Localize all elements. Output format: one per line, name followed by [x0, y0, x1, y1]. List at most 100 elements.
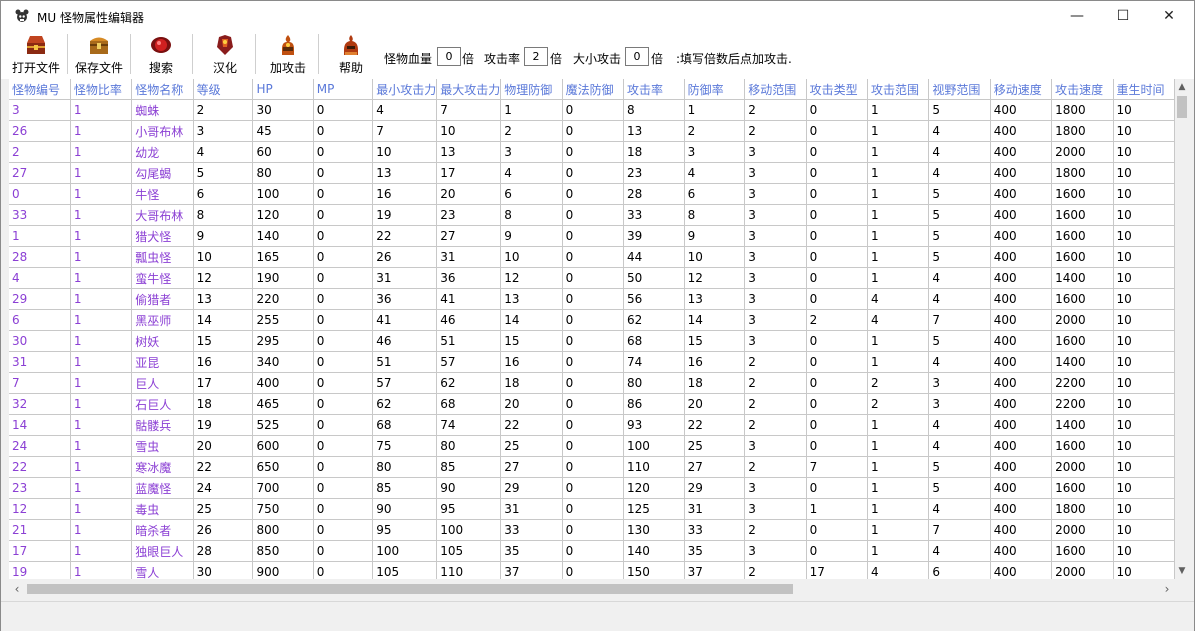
table-cell[interactable]: 4	[928, 351, 991, 373]
column-header[interactable]: 怪物比率	[70, 79, 133, 100]
table-cell[interactable]: 5	[928, 246, 991, 268]
table-cell[interactable]: 0	[806, 99, 869, 121]
table-cell[interactable]: 22	[684, 414, 746, 436]
table-cell[interactable]: 0	[806, 225, 869, 247]
table-cell[interactable]: 1	[867, 120, 930, 142]
table-cell[interactable]: 125	[623, 498, 685, 520]
table-cell[interactable]: 0	[313, 414, 374, 436]
column-header[interactable]: 视野范围	[928, 79, 991, 100]
table-cell[interactable]: 9	[193, 225, 254, 247]
table-cell[interactable]: 31	[372, 267, 438, 289]
table-cell[interactable]: 10	[1113, 540, 1175, 562]
table-cell[interactable]: 400	[990, 225, 1053, 247]
table-cell[interactable]: 22	[372, 225, 438, 247]
table-cell[interactable]: 1	[867, 540, 930, 562]
table-cell[interactable]: 1600	[1051, 204, 1114, 226]
table-cell[interactable]: 蜘蛛	[131, 99, 194, 121]
table-cell[interactable]: 33	[623, 204, 685, 226]
table-cell[interactable]: 2000	[1051, 561, 1114, 579]
table-cell[interactable]: 400	[990, 393, 1053, 415]
table-cell[interactable]: 3	[193, 120, 254, 142]
search-button[interactable]: 搜索	[137, 33, 185, 77]
table-cell[interactable]: 2000	[1051, 519, 1114, 541]
table-cell[interactable]: 4	[928, 414, 991, 436]
table-cell[interactable]: 400	[990, 456, 1053, 478]
table-cell[interactable]: 2	[9, 141, 71, 163]
table-cell[interactable]: 1	[867, 141, 930, 163]
size-attack-input[interactable]	[625, 47, 649, 66]
table-cell[interactable]: 0	[562, 414, 625, 436]
table-cell[interactable]: 0	[313, 309, 374, 331]
table-row[interactable]: 31 1 亚昆 16 340 0 51 57 16 0 74 16 2 0 1 4 400 1400 10	[9, 351, 1175, 373]
table-cell[interactable]: 0	[562, 456, 625, 478]
table-cell[interactable]: 1	[70, 183, 133, 205]
monster-table[interactable]: 怪物编号 怪物比率 怪物名称 等级 HP MP 最小攻击力 最大攻击力 物理防御 魔法防御 攻击率防…	[9, 79, 1175, 579]
table-cell[interactable]: 4	[372, 99, 438, 121]
close-button[interactable]: ✕	[1146, 1, 1192, 31]
table-cell[interactable]: 22	[500, 414, 563, 436]
table-cell[interactable]: 1	[684, 99, 746, 121]
table-cell[interactable]: 5	[928, 225, 991, 247]
table-cell[interactable]: 1	[70, 204, 133, 226]
table-cell[interactable]: 1	[70, 372, 133, 394]
table-cell[interactable]: 10	[1113, 309, 1175, 331]
table-cell[interactable]: 3	[500, 141, 563, 163]
column-header[interactable]: 攻击类型	[806, 79, 869, 100]
table-cell[interactable]: 27	[436, 225, 502, 247]
table-cell[interactable]: 寒冰魔	[131, 456, 194, 478]
table-cell[interactable]: 2000	[1051, 456, 1114, 478]
table-cell[interactable]: 17	[436, 162, 502, 184]
table-cell[interactable]: 0	[313, 540, 374, 562]
table-cell[interactable]: 25	[500, 435, 563, 457]
table-cell[interactable]: 10	[372, 141, 438, 163]
table-cell[interactable]: 8	[193, 204, 254, 226]
table-cell[interactable]: 27	[9, 162, 71, 184]
table-cell[interactable]: 18	[623, 141, 685, 163]
table-cell[interactable]: 5	[928, 456, 991, 478]
table-cell[interactable]: 10	[1113, 435, 1175, 457]
table-row[interactable]: 17 1 独眼巨人 28 850 0 100 105 35 0 140 35 3 0 1 4 400 1600 10	[9, 540, 1175, 562]
table-cell[interactable]: 28	[9, 246, 71, 268]
table-cell[interactable]: 12	[684, 267, 746, 289]
table-cell[interactable]: 3	[744, 477, 807, 499]
table-cell[interactable]: 18	[500, 372, 563, 394]
table-cell[interactable]: 1	[867, 99, 930, 121]
column-header[interactable]: 防御率	[684, 79, 746, 100]
table-cell[interactable]: 60	[252, 141, 314, 163]
table-cell[interactable]: 33	[9, 204, 71, 226]
table-cell[interactable]: 2	[744, 351, 807, 373]
table-row[interactable]: 29 1 偷猎者 13 220 0 36 41 13 0 56 13 3 0 4 4 400 1600 10	[9, 288, 1175, 310]
table-cell[interactable]: 0	[562, 309, 625, 331]
table-cell[interactable]: 7	[436, 99, 502, 121]
table-cell[interactable]: 33	[684, 519, 746, 541]
table-row[interactable]: 32 1 石巨人 18 465 0 62 68 20 0 86 20 2 0 2 3 400 2200 10	[9, 393, 1175, 415]
table-cell[interactable]: 23	[9, 477, 71, 499]
table-cell[interactable]: 0	[313, 288, 374, 310]
table-cell[interactable]: 51	[372, 351, 438, 373]
table-cell[interactable]: 小哥布林	[131, 120, 194, 142]
table-cell[interactable]: 1	[70, 141, 133, 163]
table-cell[interactable]: 1	[70, 99, 133, 121]
table-cell[interactable]: 25	[193, 498, 254, 520]
table-cell[interactable]: 10	[500, 246, 563, 268]
table-cell[interactable]: 10	[1113, 456, 1175, 478]
table-cell[interactable]: 16	[372, 183, 438, 205]
scroll-right-icon[interactable]: ›	[1159, 579, 1175, 599]
table-cell[interactable]: 10	[1113, 288, 1175, 310]
column-header[interactable]: 攻击率	[623, 79, 685, 100]
table-cell[interactable]: 110	[623, 456, 685, 478]
column-header[interactable]: 移动范围	[744, 79, 807, 100]
table-cell[interactable]: 80	[436, 435, 502, 457]
table-row[interactable]: 0 1 牛怪 6 100 0 16 20 6 0 28 6 3 0 1 5 400 1600 10	[9, 183, 1175, 205]
table-cell[interactable]: 56	[623, 288, 685, 310]
table-cell[interactable]: 9	[500, 225, 563, 247]
table-cell[interactable]: 10	[1113, 561, 1175, 579]
table-cell[interactable]: 36	[372, 288, 438, 310]
localize-button[interactable]: 汉化	[200, 33, 250, 77]
table-cell[interactable]: 1	[70, 561, 133, 579]
column-header[interactable]: MP	[313, 79, 374, 100]
table-cell[interactable]: 1600	[1051, 435, 1114, 457]
table-cell[interactable]: 6	[684, 183, 746, 205]
table-cell[interactable]: 10	[436, 120, 502, 142]
table-cell[interactable]: 0	[562, 204, 625, 226]
